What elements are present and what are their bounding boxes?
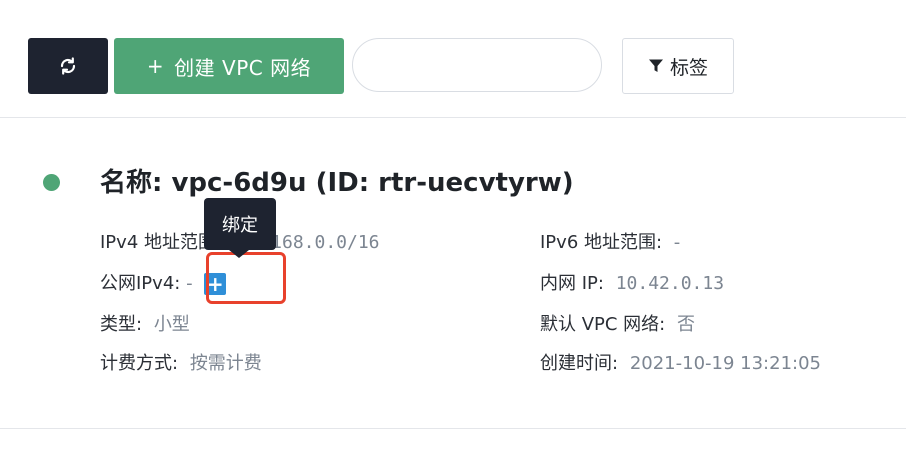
tag-filter-button[interactable]: 标签 <box>622 38 734 94</box>
ipv6-range-label: IPv6 地址范围: <box>540 232 663 253</box>
created-time-value: 2021-10-19 13:21:05 <box>629 353 821 374</box>
ipv6-range-value: - <box>673 232 681 253</box>
bind-tooltip: 绑定 <box>204 198 276 250</box>
billing-value: 按需计费 <box>189 353 262 374</box>
default-vpc-row: 默认 VPC 网络: 否 <box>540 312 695 338</box>
highlight-box <box>206 252 286 304</box>
internal-ip-row: 内网 IP: 10.42.0.13 <box>540 271 724 297</box>
refresh-icon <box>60 57 76 75</box>
internal-ip-label: 内网 IP: <box>540 273 604 294</box>
public-ipv4-label: 公网IPv4: <box>100 273 181 294</box>
tooltip-arrow <box>229 250 249 258</box>
type-label: 类型: <box>100 314 143 335</box>
plus-icon: + <box>146 54 165 78</box>
billing-row: 计费方式: 按需计费 <box>100 351 262 377</box>
default-vpc-label: 默认 VPC 网络: <box>540 314 666 335</box>
default-vpc-value: 否 <box>676 314 695 335</box>
internal-ip-value: 10.42.0.13 <box>615 273 725 294</box>
type-row: 类型: 小型 <box>100 312 190 338</box>
public-ipv4-value: - <box>186 273 193 294</box>
vpc-title: 名称: vpc-6d9u (ID: rtr-uecvtyrw) <box>100 168 574 198</box>
divider-bottom <box>0 428 906 429</box>
status-indicator <box>43 174 60 191</box>
created-time-label: 创建时间: <box>540 353 619 374</box>
search-input[interactable] <box>352 38 602 92</box>
ipv6-range-row: IPv6 地址范围: - <box>540 230 680 256</box>
created-time-row: 创建时间: 2021-10-19 13:21:05 <box>540 351 821 377</box>
tag-filter-label: 标签 <box>669 56 708 79</box>
type-value: 小型 <box>153 314 190 335</box>
create-vpc-label: 创建 VPC 网络 <box>174 55 312 80</box>
bind-tooltip-text: 绑定 <box>222 215 258 236</box>
create-vpc-button[interactable]: + 创建 VPC 网络 <box>114 38 344 94</box>
filter-icon <box>648 59 663 72</box>
refresh-button[interactable] <box>28 38 108 94</box>
billing-label: 计费方式: <box>100 353 179 374</box>
divider-top <box>0 117 906 118</box>
